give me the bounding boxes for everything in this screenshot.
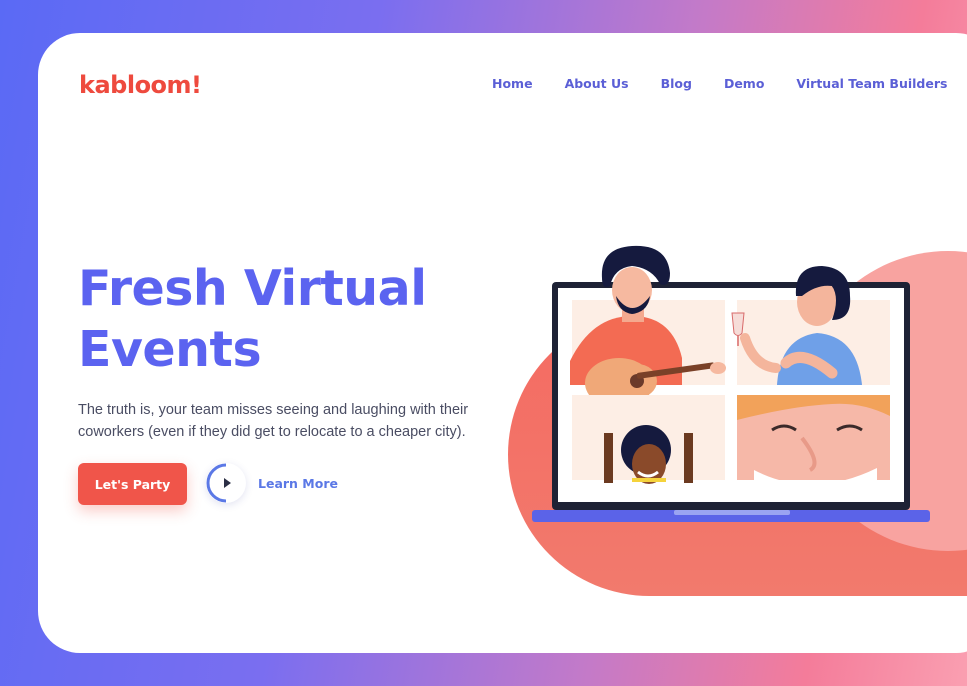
nav-virtual-team-builders[interactable]: Virtual Team Builders <box>796 76 947 91</box>
nav-home[interactable]: Home <box>492 76 533 91</box>
learn-more-link[interactable]: Learn More <box>258 476 338 491</box>
lets-party-button[interactable]: Let's Party <box>78 463 187 505</box>
play-video-button[interactable] <box>206 463 246 503</box>
laptop-video-call-illustration <box>532 245 930 522</box>
participant-cheering <box>572 395 725 484</box>
main-nav: Home About Us Blog Demo Virtual Team Bui… <box>492 76 967 91</box>
nav-blog[interactable]: Blog <box>661 76 692 91</box>
hero-description: The truth is, your team misses seeing an… <box>78 402 469 440</box>
participant-guitarist <box>570 245 726 408</box>
main-card: kabloom! Home About Us Blog Demo Virtual… <box>38 33 967 653</box>
nav-demo[interactable]: Demo <box>724 76 764 91</box>
hero-title: Fresh Virtual Events <box>78 260 427 378</box>
nav-about-us[interactable]: About Us <box>565 76 629 91</box>
play-icon <box>224 478 231 488</box>
brand-logo[interactable]: kabloom! <box>79 71 202 99</box>
participant-big-face <box>737 395 890 485</box>
